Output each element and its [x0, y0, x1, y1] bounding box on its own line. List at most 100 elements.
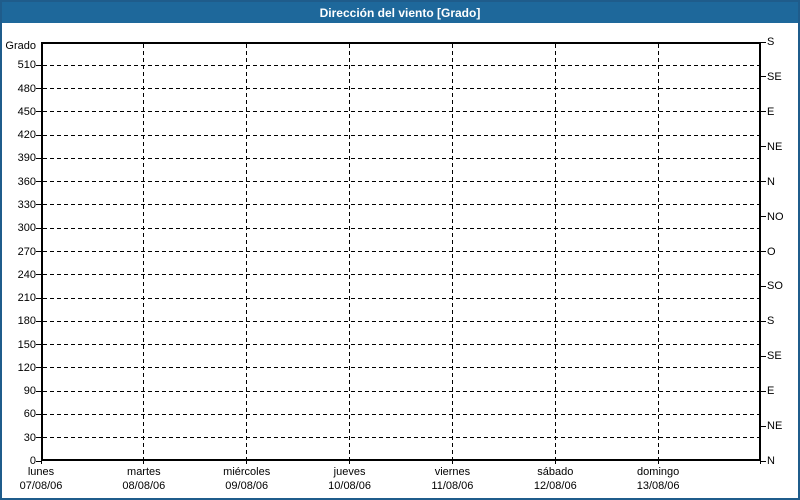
chart-title: Dirección del viento [Grado] — [319, 5, 481, 20]
h-gridline — [43, 251, 759, 252]
v-gridline — [451, 44, 453, 459]
right-axis-tick — [761, 251, 766, 252]
right-axis-tick — [761, 41, 766, 43]
y-axis-tick — [36, 227, 41, 229]
h-gridline — [43, 88, 759, 90]
y-axis-tick — [36, 390, 41, 392]
y-tick-label: 390 — [17, 152, 36, 165]
y-axis-tick — [36, 274, 41, 276]
h-gridline — [43, 134, 759, 136]
y-tick-label: 60 — [23, 408, 36, 421]
y-tick-label: 420 — [17, 129, 36, 142]
x-axis-tick — [760, 459, 761, 464]
right-axis-label: NE — [767, 140, 783, 153]
right-axis-tick — [761, 111, 766, 113]
right-axis-tick — [761, 285, 766, 287]
right-axis-tick — [761, 320, 766, 322]
right-axis-label: N — [767, 455, 775, 467]
day-label: sábado — [537, 466, 574, 478]
right-axis-label: N — [767, 175, 775, 188]
right-axis-tick — [761, 355, 766, 357]
h-gridline — [43, 64, 759, 66]
right-axis-tick — [761, 146, 766, 148]
y-tick-label: 150 — [17, 338, 36, 351]
right-axis-tick — [761, 390, 766, 392]
right-axis-label: E — [767, 385, 775, 398]
h-gridline — [43, 367, 759, 369]
y-tick-label: 450 — [17, 105, 36, 118]
y-axis-label: Grado — [5, 40, 36, 52]
x-axis-tick — [246, 459, 248, 464]
h-gridline — [43, 227, 759, 229]
y-tick-label: 480 — [17, 82, 36, 95]
v-gridline — [349, 44, 351, 459]
chart-panel: Dirección del viento [Grado] Grado 0 30 60… — [0, 0, 800, 500]
y-axis-tick — [36, 157, 41, 159]
y-axis-tick — [36, 204, 41, 206]
date-label: 09/08/06 — [225, 480, 269, 492]
day-label: martes — [127, 466, 161, 478]
chart-title-bar: Dirección del viento [Grado] — [2, 2, 798, 23]
h-gridline — [43, 204, 759, 206]
y-tick-label: 30 — [23, 431, 36, 444]
date-label: 12/08/06 — [533, 480, 577, 492]
h-gridline — [43, 390, 759, 392]
x-axis-tick — [451, 459, 453, 464]
y-axis-tick — [36, 320, 41, 322]
h-gridline — [43, 274, 759, 276]
y-tick-label: 180 — [17, 315, 36, 328]
h-gridline — [43, 157, 759, 159]
h-gridline — [43, 344, 759, 346]
right-axis-label: SE — [767, 70, 782, 83]
y-axis-tick — [36, 297, 41, 299]
right-axis-label: SO — [767, 280, 783, 293]
right-axis-label: S — [767, 36, 775, 48]
right-axis-tick — [761, 216, 766, 218]
day-label: lunes — [27, 466, 55, 478]
day-label: jueves — [333, 466, 366, 478]
h-gridline — [43, 320, 759, 322]
right-axis-tick — [761, 181, 766, 183]
h-gridline — [43, 181, 759, 183]
y-tick-label: 90 — [23, 385, 36, 398]
chart-area: Grado 0 30 60 90 120 150 180 210 240 270 300 330 360… — [2, 23, 798, 498]
y-tick-label: 330 — [17, 198, 36, 211]
h-gridline — [43, 413, 759, 415]
day-label: miércoles — [223, 466, 271, 478]
h-gridline — [43, 437, 759, 439]
x-axis-tick — [349, 459, 351, 464]
right-axis-label: NO — [767, 210, 784, 223]
date-label: 11/08/06 — [431, 480, 474, 492]
v-gridline — [657, 44, 659, 459]
date-label: 10/08/06 — [328, 480, 371, 492]
right-axis-label: S — [767, 315, 775, 328]
y-axis-tick — [36, 437, 41, 439]
v-gridline — [143, 44, 145, 459]
day-label: viernes — [434, 466, 471, 478]
day-label: domingo — [637, 466, 680, 478]
right-axis-label: O — [767, 245, 776, 258]
y-tick-label: 300 — [17, 222, 36, 235]
date-label: 07/08/06 — [19, 480, 63, 492]
y-tick-label: 360 — [17, 175, 36, 188]
v-gridline — [554, 44, 556, 459]
right-axis-label: SE — [767, 350, 782, 363]
y-axis-tick — [36, 344, 41, 346]
right-axis-tick — [761, 76, 766, 78]
y-axis-tick — [36, 181, 41, 183]
right-axis-label: E — [767, 105, 775, 118]
date-label: 13/08/06 — [636, 480, 680, 492]
y-axis-tick — [36, 88, 41, 90]
h-gridline — [43, 111, 759, 113]
y-axis-tick — [36, 367, 41, 369]
y-axis-tick — [36, 64, 41, 66]
date-label: 08/08/06 — [122, 480, 166, 492]
y-tick-label: 270 — [17, 245, 36, 258]
right-axis-tick — [761, 425, 766, 427]
h-gridline — [43, 297, 759, 299]
v-gridline — [246, 44, 248, 459]
right-axis-label: NE — [767, 420, 783, 433]
y-tick-label: 240 — [17, 268, 36, 281]
right-axis-tick — [761, 460, 766, 462]
x-axis-tick — [40, 459, 42, 464]
